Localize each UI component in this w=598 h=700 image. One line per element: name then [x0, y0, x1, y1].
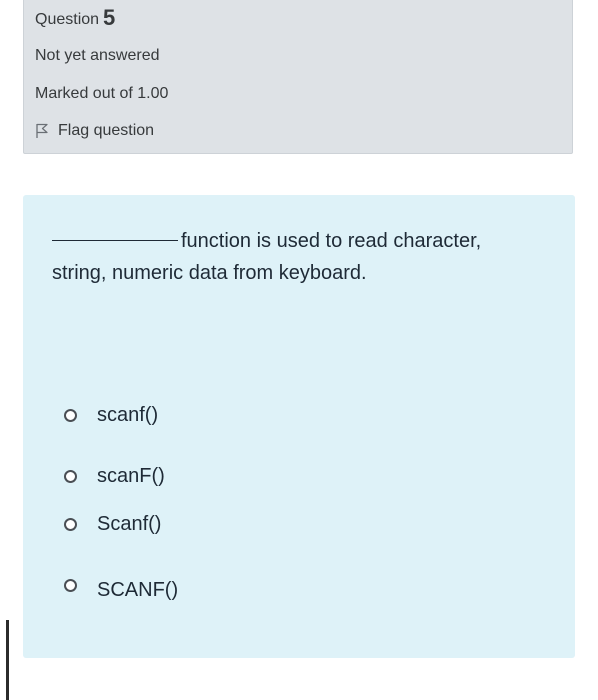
question-label: Question	[35, 11, 100, 28]
question-text: function is used to read character, stri…	[52, 225, 532, 289]
question-text-part2: string, numeric data from keyboard.	[52, 262, 367, 284]
flag-question-link[interactable]: Flag question	[35, 122, 154, 140]
answer-option-label: scanF()	[97, 465, 165, 487]
answer-option-label: SCANF()	[97, 579, 179, 601]
question-number: 5	[103, 5, 116, 30]
answer-option-label: scanf()	[97, 404, 159, 426]
answer-option[interactable]: scanf()	[64, 404, 158, 427]
flag-question-label: Flag question	[58, 122, 155, 139]
question-text-part1: function is used to read character,	[181, 230, 482, 252]
radio-unchecked-icon[interactable]	[64, 579, 77, 592]
answer-option[interactable]: SCANF()	[64, 579, 178, 602]
answer-option-label: Scanf()	[97, 513, 162, 535]
radio-unchecked-icon[interactable]	[64, 518, 77, 531]
question-info-panel: Question 5 Not yet answered Marked out of…	[23, 0, 573, 154]
page-edge-line	[6, 620, 9, 700]
question-grade: Marked out of 1.00	[35, 85, 169, 102]
answer-option[interactable]: scanF()	[64, 465, 165, 488]
answer-blank	[52, 240, 178, 241]
flag-icon	[35, 123, 49, 139]
answer-option[interactable]: Scanf()	[64, 513, 161, 536]
radio-unchecked-icon[interactable]	[64, 470, 77, 483]
question-title: Question 5	[35, 5, 115, 31]
radio-unchecked-icon[interactable]	[64, 409, 77, 422]
question-state: Not yet answered	[35, 47, 160, 64]
question-content: function is used to read character, stri…	[23, 195, 575, 658]
